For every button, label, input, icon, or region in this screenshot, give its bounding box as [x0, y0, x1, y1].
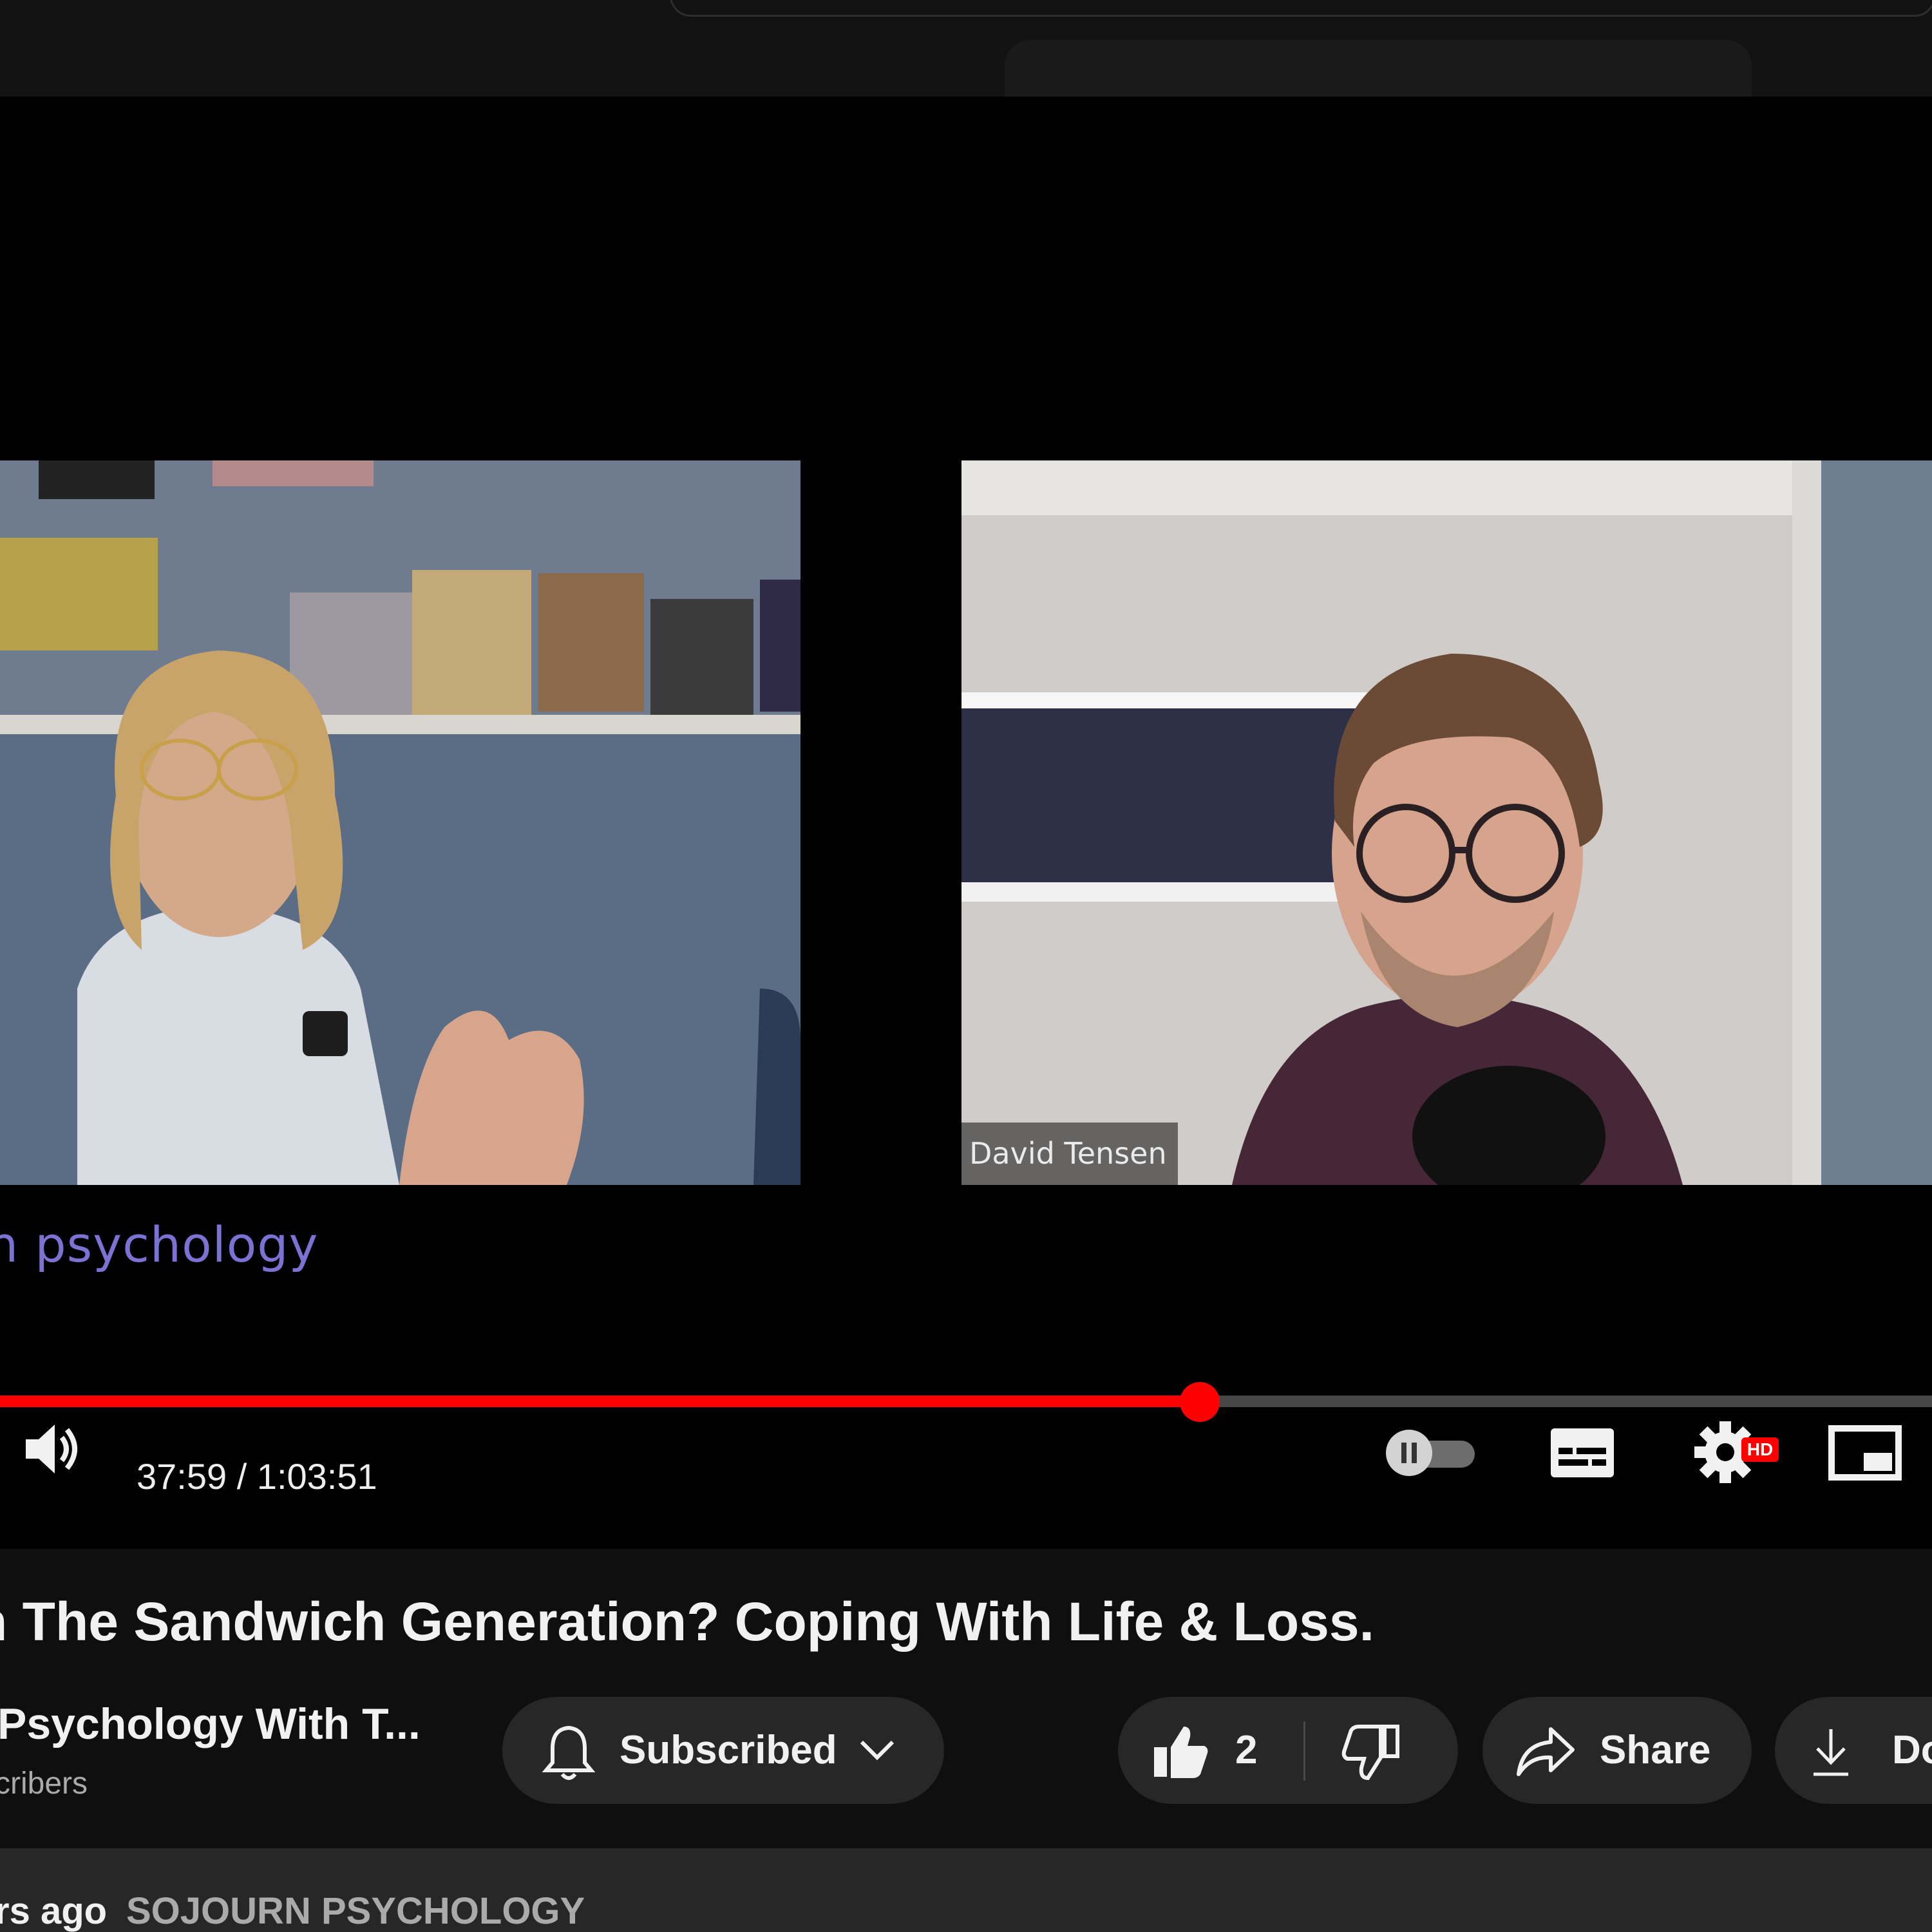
subscribed-button[interactable]: Subscribed	[502, 1697, 944, 1804]
download-icon	[1814, 1729, 1848, 1776]
left-speaker-scene	[0, 460, 800, 1185]
dislike-icon[interactable]	[1341, 1724, 1401, 1782]
left-speaker-feed	[0, 460, 800, 1185]
download-label: Do	[1892, 1728, 1932, 1772]
subscribed-label: Subscribed	[620, 1728, 837, 1772]
channel-watermark: n psychology	[0, 1216, 319, 1273]
subscriber-count: cribers	[0, 1766, 88, 1801]
share-button[interactable]: Share	[1482, 1697, 1752, 1804]
search-box-edge[interactable]	[670, 0, 1932, 17]
right-speaker-feed	[961, 460, 1932, 1185]
top-bar	[0, 0, 1932, 98]
share-icon	[1517, 1727, 1575, 1776]
progress-bar[interactable]	[0, 1382, 1932, 1422]
participant-name-tag: David Tensen	[961, 1122, 1178, 1185]
like-divider	[1303, 1721, 1305, 1781]
autoplay-toggle-icon[interactable]	[1378, 1425, 1481, 1480]
description-hashtag[interactable]: SOJOURN PSYCHOLOGY	[126, 1889, 585, 1932]
download-button[interactable]: Do	[1775, 1697, 1932, 1804]
volume-icon[interactable]	[19, 1417, 84, 1481]
like-count: 2	[1235, 1728, 1258, 1772]
captions-icon[interactable]	[1547, 1421, 1618, 1485]
progress-scrubber-handle[interactable]	[1180, 1382, 1220, 1422]
miniplayer-icon[interactable]	[1826, 1421, 1904, 1485]
like-dislike-group: 2	[1118, 1697, 1458, 1804]
video-title: n The Sandwich Generation? Coping With L…	[0, 1591, 1374, 1652]
upload-date: rs ago	[0, 1890, 108, 1932]
top-bar-shadow	[1005, 40, 1752, 98]
chevron-down-icon	[860, 1740, 895, 1761]
share-label: Share	[1600, 1728, 1711, 1772]
channel-name[interactable]: Psychology With T...	[0, 1699, 421, 1749]
time-display: 37:59 / 1:03:51	[137, 1456, 377, 1497]
youtube-watch-page: David Tensen n psychology 37:59 / 1:03:5…	[0, 0, 1932, 1932]
hd-badge: HD	[1741, 1437, 1779, 1462]
video-player[interactable]: David Tensen n psychology 37:59 / 1:03:5…	[0, 97, 1932, 1549]
right-speaker-scene	[961, 460, 1932, 1185]
like-icon[interactable]	[1150, 1723, 1211, 1781]
bell-icon	[542, 1725, 596, 1780]
progress-played	[0, 1396, 1200, 1407]
